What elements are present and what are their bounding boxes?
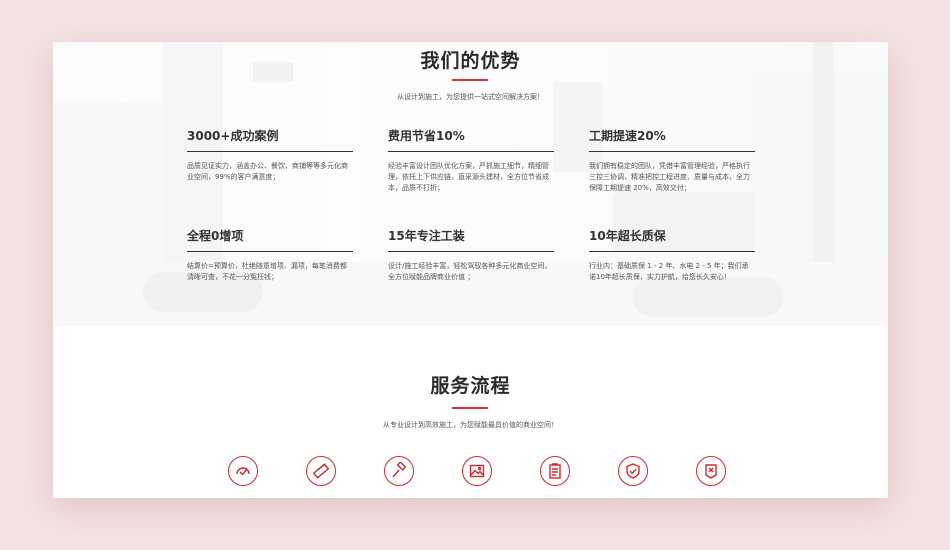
advantages-title-underline: [452, 79, 488, 81]
advantage-desc: 结算价=预算价，杜绝随意增项、漏项，每笔消费都清晰可查，不花一分冤枉钱；: [187, 262, 347, 281]
advantage-title: 15年专注工装: [388, 229, 465, 243]
advantage-divider: [589, 251, 755, 252]
advantage-desc: 品质见证实力，涵盖办公、餐饮、商铺等等多元化商业空间，99%的客户满意度；: [187, 162, 348, 181]
advantages-title: 我们的优势: [420, 50, 521, 72]
advantages-subtitle: 从设计到施工，为您提供一站式空间解决方案！: [397, 93, 544, 101]
hammer-icon[interactable]: [384, 456, 414, 486]
shield-check-icon[interactable]: [618, 456, 648, 486]
picture-icon[interactable]: [462, 456, 492, 486]
advantages-section: 我们的优势 从设计到施工，为您提供一站式空间解决方案！ 3000+成功案例 品质…: [53, 42, 888, 326]
advantage-desc: 经验丰富设计团队优化方案，严抓施工细节，精细管理，依托上下供应链，直采源头建材，…: [388, 162, 549, 192]
page-card: 我们的优势 从设计到施工，为您提供一站式空间解决方案！ 3000+成功案例 品质…: [53, 42, 888, 498]
advantage-desc: 行业内：基础质保 1 - 2 年、水电 2 - 5 年；我们承诺10年超长质保，…: [589, 262, 749, 281]
advantage-item: 费用节省10% 经验丰富设计团队优化方案，严抓施工细节，精细管理，依托上下供应链…: [388, 126, 554, 194]
document-icon[interactable]: [540, 456, 570, 486]
advantage-item: 全程0增项 结算价=预算价，杜绝随意增项、漏项，每笔消费都清晰可查，不花一分冤枉…: [187, 226, 353, 283]
advantage-divider: [388, 251, 554, 252]
advantage-divider: [187, 151, 353, 152]
advantage-item: 10年超长质保 行业内：基础质保 1 - 2 年、水电 2 - 5 年；我们承诺…: [589, 226, 755, 283]
service-title-underline: [452, 407, 488, 409]
advantage-item: 工期提速20% 我们拥有稳定的团队，凭借丰富管理经验，严格执行三控三协调，精准把…: [589, 126, 755, 194]
advantage-desc: 我们拥有稳定的团队，凭借丰富管理经验，严格执行三控三协调，精准把控工程进度、质量…: [589, 162, 750, 192]
ruler-icon[interactable]: [306, 456, 336, 486]
speedometer-icon[interactable]: [228, 456, 258, 486]
service-subtitle: 从专业设计到高效施工，为您赋能最具价值的商业空间！: [383, 421, 558, 429]
advantage-title: 3000+成功案例: [187, 129, 279, 143]
badge-icon[interactable]: [696, 456, 726, 486]
advantage-title: 10年超长质保: [589, 229, 666, 243]
advantage-title: 费用节省10%: [388, 129, 465, 143]
advantage-divider: [589, 151, 755, 152]
advantage-item: 3000+成功案例 品质见证实力，涵盖办公、餐饮、商铺等等多元化商业空间，99%…: [187, 126, 353, 183]
advantage-title: 全程0增项: [187, 229, 244, 243]
advantage-divider: [187, 251, 353, 252]
advantage-item: 15年专注工装 设计/施工经验丰富，轻松驾驭各种多元化商业空间，全方位赋能品牌商…: [388, 226, 554, 283]
advantage-title: 工期提速20%: [589, 129, 666, 143]
service-title: 服务流程: [430, 375, 511, 397]
advantage-divider: [388, 151, 554, 152]
advantage-desc: 设计/施工经验丰富，轻松驾驭各种多元化商业空间，全方位赋能品牌商业价值 ；: [388, 262, 552, 281]
